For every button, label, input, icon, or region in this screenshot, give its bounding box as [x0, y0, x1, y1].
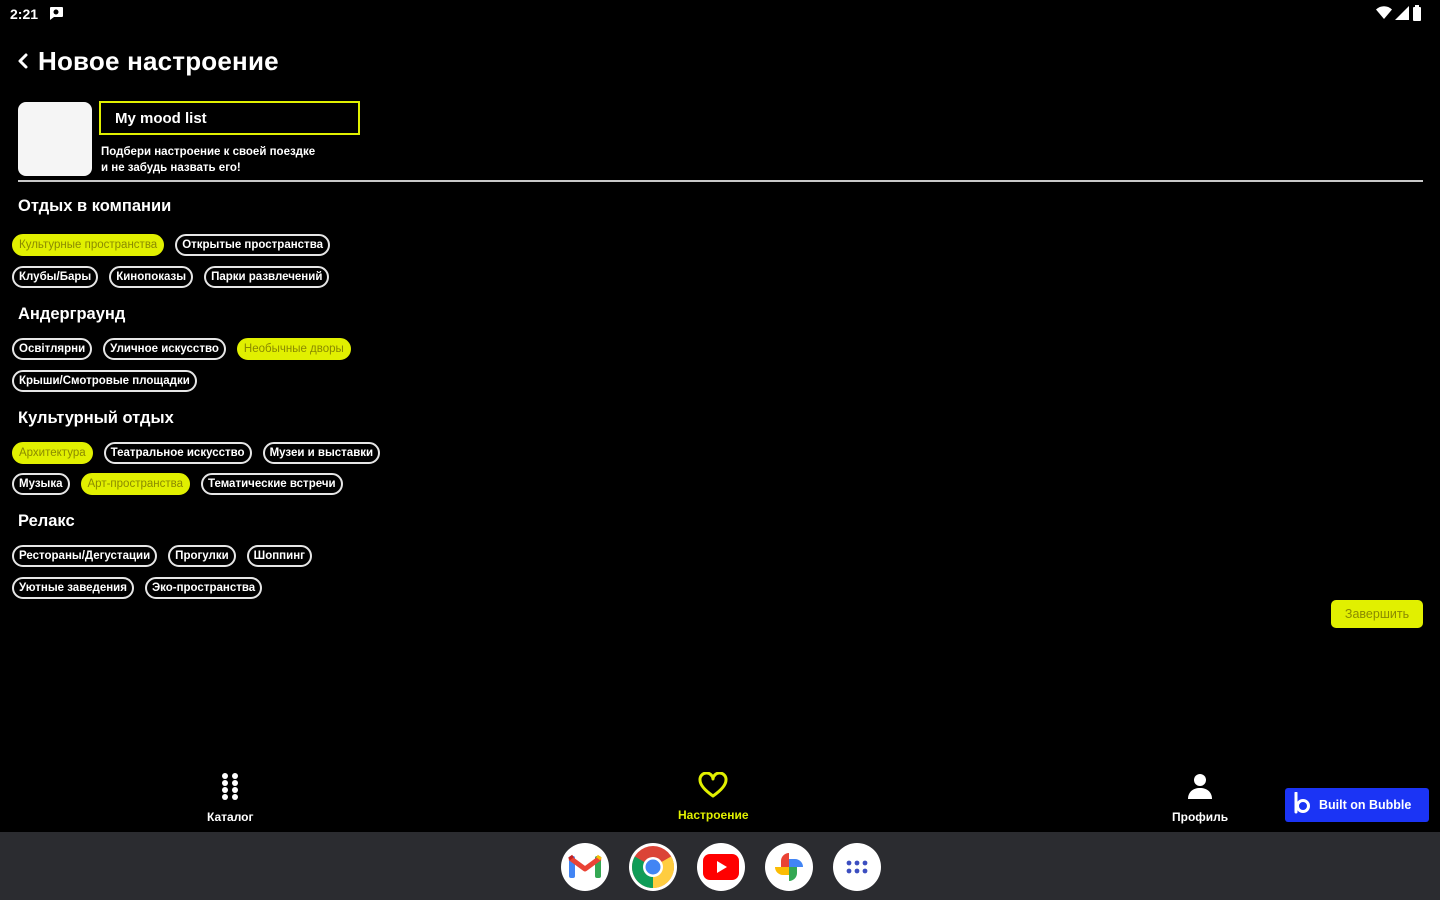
chip-row: Клубы/Бары Кинопоказы Парки развлечений: [12, 266, 330, 288]
mood-chip[interactable]: Необычные дворы: [236, 338, 351, 360]
wifi-icon: [1376, 6, 1392, 25]
mood-chip[interactable]: Тематические встречи: [201, 473, 343, 495]
mood-chip[interactable]: Архитектура: [12, 442, 93, 464]
message-notification-icon: [48, 6, 64, 20]
mood-chip[interactable]: Прогулки: [168, 545, 236, 567]
mood-chip[interactable]: Крыши/Смотровые площадки: [12, 370, 197, 392]
hint-text: Подбери настроение к своей поездке и не …: [101, 146, 316, 174]
mood-chip[interactable]: Уличное искусство: [103, 338, 226, 360]
chrome-icon[interactable]: [629, 843, 677, 891]
mood-chip[interactable]: Уютные заведения: [12, 577, 134, 599]
youtube-icon[interactable]: [697, 843, 745, 891]
mood-chip[interactable]: Музеи и выставки: [262, 442, 381, 464]
bubble-logo-icon: [1293, 791, 1311, 819]
back-chevron-icon[interactable]: [14, 49, 32, 73]
page-title: Новое настроение: [38, 45, 279, 76]
section-title: Андерграунд: [18, 305, 126, 323]
mood-chip[interactable]: Кинопоказы: [109, 266, 194, 288]
mood-chip[interactable]: Арт-пространства: [80, 473, 190, 495]
grid-dots-icon: [220, 772, 240, 805]
mood-chip[interactable]: Музыка: [12, 473, 70, 495]
mood-chip[interactable]: Рестораны/Дегустации: [12, 545, 158, 567]
app-drawer-icon[interactable]: [833, 843, 881, 891]
mood-chip[interactable]: Парки развлечений: [204, 266, 330, 288]
status-bar: 2:21: [0, 0, 1440, 28]
nav-item-mood[interactable]: Настроение: [678, 771, 749, 822]
mood-chip[interactable]: Эко-пространства: [144, 577, 263, 599]
status-time: 2:21: [10, 6, 39, 22]
header: Новое настроение: [14, 44, 279, 78]
person-icon: [1186, 772, 1214, 805]
photos-icon[interactable]: [765, 843, 813, 891]
chip-row: Рестораны/Дегустации Прогулки Шоппинг: [12, 545, 312, 567]
gmail-icon[interactable]: [561, 843, 609, 891]
mood-chip[interactable]: Театральное искусство: [103, 442, 252, 464]
finish-button[interactable]: Завершить: [1331, 600, 1423, 628]
mood-chip[interactable]: Шоппинг: [246, 545, 312, 567]
cell-signal-icon: [1395, 6, 1409, 25]
battery-icon: [1412, 5, 1422, 26]
mood-chip[interactable]: Культурные пространства: [12, 234, 165, 256]
nav-item-profile[interactable]: Профиль: [1172, 772, 1228, 824]
chip-row: Архитектура Театральное искусство Музеи …: [12, 442, 381, 464]
bottom-nav: Каталог Настроение Профиль: [0, 764, 1440, 832]
taskbar: [0, 832, 1440, 900]
chip-row: Музыка Арт-пространства Тематические вст…: [12, 473, 343, 495]
mood-chip[interactable]: Открытые пространства: [175, 234, 331, 256]
bubble-badge-label: Built on Bubble: [1319, 798, 1412, 812]
chip-row: Освітлярни Уличное искусство Необычные д…: [12, 338, 351, 360]
mood-chip[interactable]: Клубы/Бары: [12, 266, 99, 288]
mood-chip[interactable]: Освітлярни: [12, 338, 93, 360]
app-dock: [561, 843, 881, 891]
chip-row: Крыши/Смотровые площадки: [12, 370, 197, 392]
mood-name-input[interactable]: [99, 101, 360, 135]
mood-cover-image-picker[interactable]: [18, 102, 92, 176]
section-title: Отдых в компании: [18, 197, 172, 215]
heart-icon: [698, 771, 728, 803]
nav-label-mood: Настроение: [678, 808, 749, 822]
built-on-bubble-badge[interactable]: Built on Bubble: [1285, 788, 1429, 822]
nav-label-profile: Профиль: [1172, 810, 1229, 824]
status-icons: [1376, 5, 1422, 26]
divider: [18, 180, 1423, 182]
section-title: Культурный отдых: [18, 409, 174, 427]
nav-item-catalog[interactable]: Каталог: [207, 772, 254, 824]
chip-row: Культурные пространства Открытые простра…: [12, 234, 331, 256]
nav-label-catalog: Каталог: [207, 810, 254, 824]
section-title: Релакс: [18, 512, 75, 530]
chip-row: Уютные заведения Эко-пространства: [12, 577, 263, 599]
